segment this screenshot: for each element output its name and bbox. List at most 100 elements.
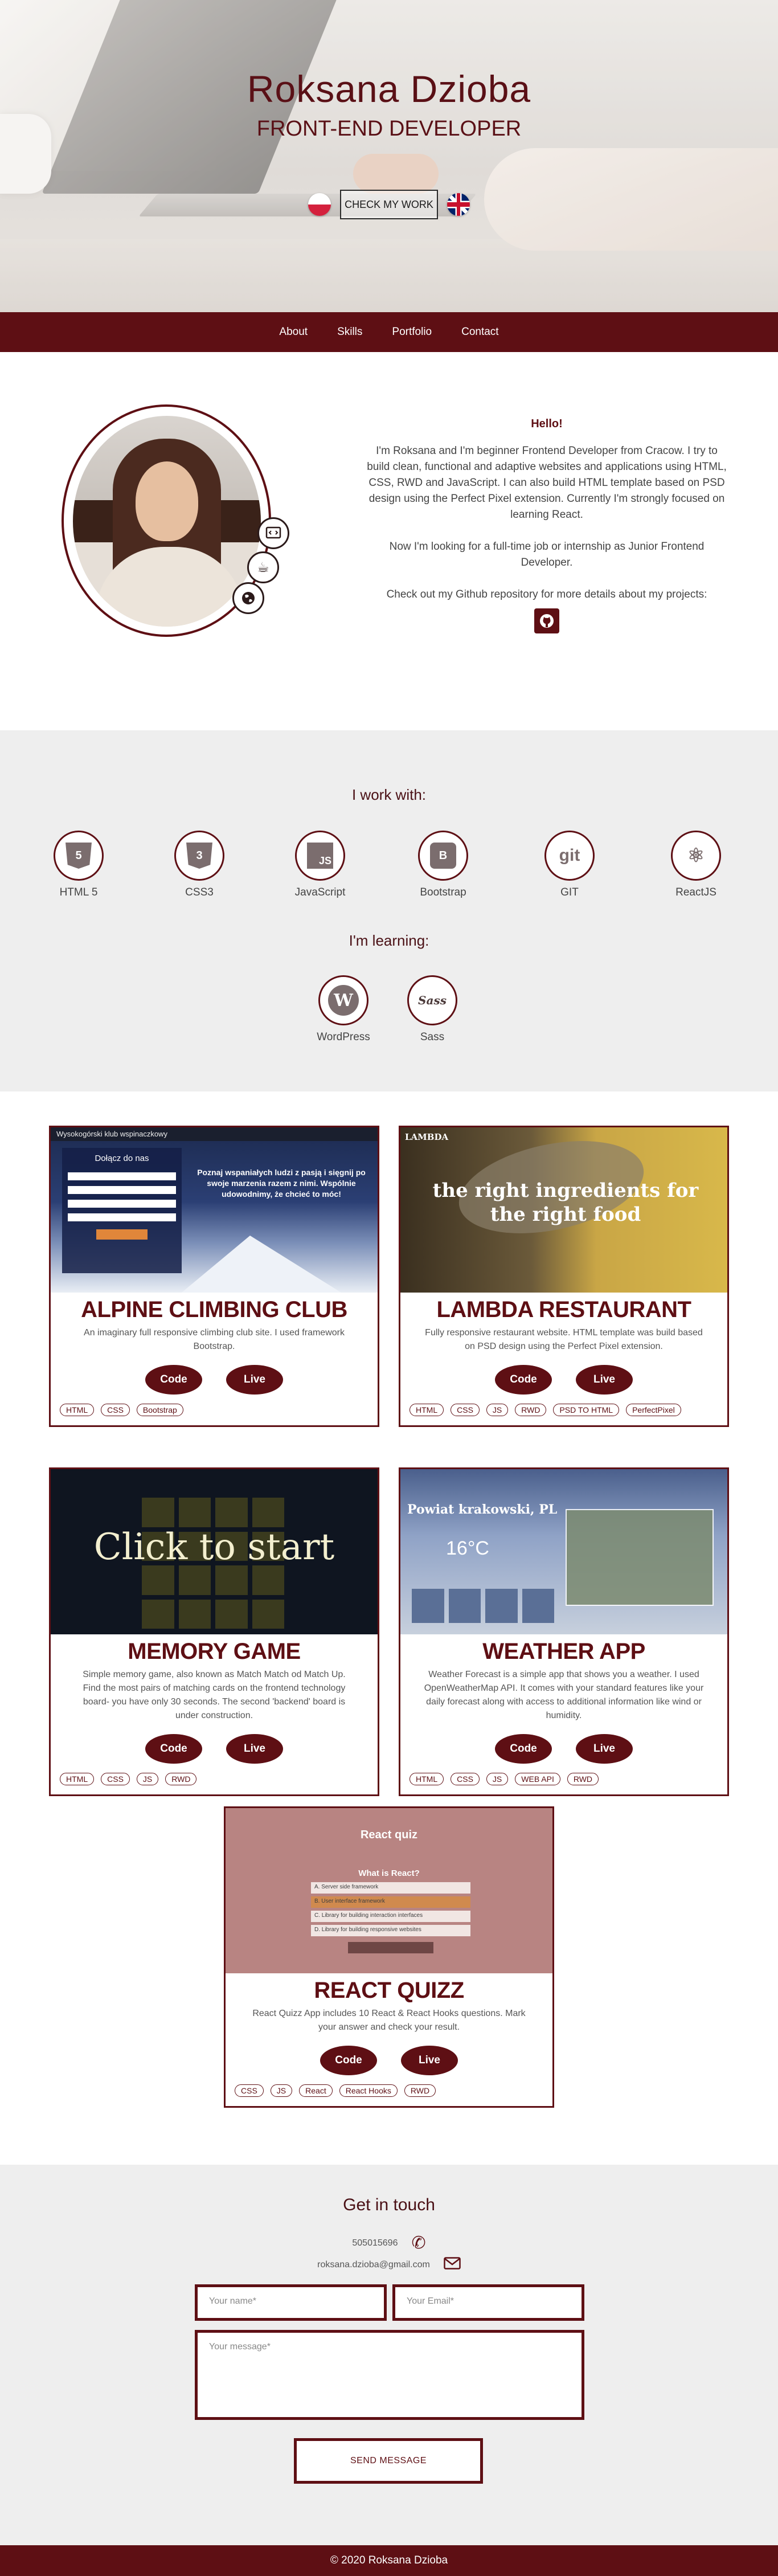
project-tags: HTML CSS JS RWD: [51, 1773, 378, 1794]
project-description: Simple memory game, also known as Match …: [83, 1670, 346, 1720]
about-section: ☕ Hello! I'm Roksana and I'm beginner Fr…: [0, 352, 778, 730]
tag: CSS: [235, 2084, 264, 2097]
project-description: Weather Forecast is a simple app that sh…: [424, 1670, 704, 1720]
skill-css3: 3 CSS3: [159, 831, 239, 899]
skills-section: I work with: 5 HTML 5 3 CSS3 JS JavaScri…: [0, 730, 778, 1091]
project-thumbnail-lambda[interactable]: LAMBDA the right ingredients for the rig…: [400, 1127, 727, 1293]
polish-flag-icon[interactable]: [308, 193, 331, 216]
tag: RWD: [404, 2084, 436, 2097]
tag: Bootstrap: [136, 1404, 183, 1416]
code-button[interactable]: Code: [495, 1734, 552, 1764]
github-icon[interactable]: [534, 608, 559, 633]
tag: React: [299, 2084, 333, 2097]
tag: RWD: [165, 1773, 197, 1785]
about-greeting: Hello!: [531, 418, 563, 430]
code-button[interactable]: Code: [145, 1365, 202, 1395]
tag: CSS: [451, 1404, 480, 1416]
skill-wordpress: W WordPress: [304, 975, 383, 1044]
project-tags: CSS JS React React Hooks RWD: [226, 2084, 552, 2106]
skill-sass: Sass Sass: [392, 975, 472, 1044]
hero-header: Roksana Dzioba FRONT-END DEVELOPER CHECK…: [0, 0, 778, 312]
portfolio-section: Wysokogórski klub wspinaczkowy Dołącz do…: [0, 1091, 778, 2165]
nav-portfolio[interactable]: Portfolio: [392, 326, 432, 338]
css3-icon: 3: [186, 843, 212, 869]
project-thumbnail-alpine[interactable]: Wysokogórski klub wspinaczkowy Dołącz do…: [51, 1127, 378, 1293]
footer: © 2020 Roksana Dzioba: [0, 2545, 778, 2576]
project-title: WEATHER APP: [482, 1639, 645, 1664]
skill-bootstrap: B Bootstrap: [403, 831, 483, 899]
envelope-icon: [444, 2257, 461, 2272]
main-nav: About Skills Portfolio Contact: [0, 312, 778, 352]
project-thumbnail-react-quizz[interactable]: React quiz What is React? A. Server side…: [226, 1808, 552, 1973]
live-button[interactable]: Live: [226, 1734, 283, 1764]
sass-icon: Sass: [418, 993, 447, 1007]
code-button[interactable]: Code: [320, 2046, 377, 2075]
project-thumbnail-memory[interactable]: Click to start: [51, 1469, 378, 1634]
tag: HTML: [60, 1773, 95, 1785]
project-card-memory: Click to start MEMORY GAME Simple memory…: [49, 1467, 379, 1796]
tag: WEB API: [515, 1773, 560, 1785]
tag: CSS: [451, 1773, 480, 1785]
live-button[interactable]: Live: [576, 1365, 633, 1395]
check-my-work-button[interactable]: CHECK MY WORK: [340, 190, 438, 219]
learning-title: I'm learning:: [349, 932, 429, 949]
skill-git: git GIT: [530, 831, 609, 899]
nav-about[interactable]: About: [279, 326, 308, 338]
tag: CSS: [101, 1773, 130, 1785]
hero-name: Roksana Dzioba: [247, 68, 531, 110]
react-icon: ⚛: [687, 845, 705, 866]
about-looking: Now I'm looking for a full-time job or i…: [389, 541, 705, 569]
bootstrap-icon: B: [430, 843, 456, 869]
code-icon: [257, 517, 289, 549]
nav-contact[interactable]: Contact: [461, 326, 498, 338]
name-input[interactable]: Your name*: [195, 2284, 387, 2321]
contact-title: Get in touch: [343, 2195, 435, 2214]
project-card-alpine: Wysokogórski klub wspinaczkowy Dołącz do…: [49, 1126, 379, 1427]
phone-icon: ✆: [411, 2234, 426, 2252]
project-card-react-quizz: React quiz What is React? A. Server side…: [224, 1806, 554, 2108]
tag: React Hooks: [339, 2084, 398, 2097]
git-icon: git: [559, 846, 580, 865]
copyright-text: © 2020 Roksana Dzioba: [330, 2554, 448, 2566]
working-title: I work with:: [351, 786, 427, 803]
html5-icon: 5: [65, 843, 92, 869]
project-tags: HTML CSS Bootstrap: [51, 1404, 378, 1425]
live-button[interactable]: Live: [576, 1734, 633, 1764]
send-message-button[interactable]: SEND MESSAGE: [294, 2438, 483, 2484]
tag: RWD: [515, 1404, 547, 1416]
contact-section: Get in touch 505015696 ✆ roksana.dzioba@…: [0, 2165, 778, 2545]
nav-skills[interactable]: Skills: [337, 326, 362, 338]
code-button[interactable]: Code: [495, 1365, 552, 1395]
email-input[interactable]: Your Email*: [392, 2284, 584, 2321]
weather-map: [566, 1509, 714, 1606]
about-github-text: Check out my Github repository for more …: [386, 588, 707, 600]
tag: JS: [270, 2084, 293, 2097]
tag: PSD TO HTML: [553, 1404, 620, 1416]
skill-javascript: JS JavaScript: [280, 831, 360, 899]
project-title: MEMORY GAME: [128, 1639, 301, 1664]
live-button[interactable]: Live: [226, 1365, 283, 1395]
click-to-start-overlay: Click to start: [93, 1526, 335, 1568]
project-thumbnail-weather[interactable]: Powiat krakowski, PL 16°C: [400, 1469, 727, 1634]
message-textarea[interactable]: Your message*: [195, 2330, 584, 2420]
tag: HTML: [60, 1404, 95, 1416]
tag: HTML: [410, 1404, 444, 1416]
skill-reactjs: ⚛ ReactJS: [656, 831, 736, 899]
hero-role: FRONT-END DEVELOPER: [256, 117, 522, 141]
globe-icon: [232, 582, 264, 614]
tag: JS: [486, 1404, 509, 1416]
wordpress-icon: W: [328, 985, 359, 1016]
tag: HTML: [410, 1773, 444, 1785]
javascript-icon: JS: [307, 843, 333, 869]
code-button[interactable]: Code: [145, 1734, 202, 1764]
tag: JS: [486, 1773, 509, 1785]
project-description: An imaginary full responsive climbing cl…: [84, 1328, 345, 1351]
project-title: ALPINE CLIMBING CLUB: [81, 1297, 347, 1322]
live-button[interactable]: Live: [401, 2046, 458, 2075]
english-flag-icon[interactable]: [447, 193, 470, 216]
phone-number: 505015696: [352, 2238, 398, 2248]
coffee-icon: ☕: [247, 551, 279, 583]
project-title: LAMBDA RESTAURANT: [436, 1297, 691, 1322]
project-card-weather: Powiat krakowski, PL 16°C WEATHER APP We…: [399, 1467, 729, 1796]
project-tags: HTML CSS JS RWD PSD TO HTML PerfectPixel: [400, 1404, 727, 1425]
